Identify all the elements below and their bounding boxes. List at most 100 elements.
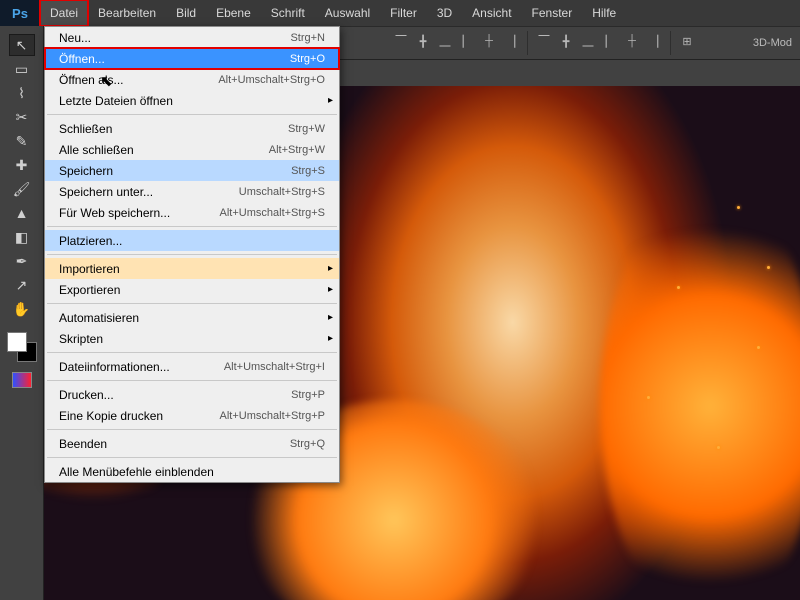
menu-item-shortcut: Alt+Umschalt+Strg+P (220, 410, 325, 422)
eyedropper-tool[interactable]: ✎ (9, 130, 35, 152)
menu-item-label: Alle schließen (59, 143, 134, 157)
menu-item-importieren[interactable]: Importieren (45, 258, 339, 279)
menu-item-shortcut: Umschalt+Strg+S (239, 186, 325, 198)
menu-separator (47, 352, 337, 353)
menu-separator (47, 429, 337, 430)
menu-item-label: Öffnen als... (59, 73, 123, 87)
auto-align-icon[interactable]: ⊞ (677, 31, 697, 51)
menu-item-dateiinformationen[interactable]: Dateiinformationen... Alt+Umschalt+Strg+I (45, 356, 339, 377)
hand-tool[interactable]: ✋ (9, 298, 35, 320)
file-menu-dropdown: Neu... Strg+N Öffnen... Strg+O Öffnen als...… (44, 26, 340, 483)
menu-item-letzte-dateien-öffnen[interactable]: Letzte Dateien öffnen (45, 90, 339, 111)
color-swatch[interactable] (7, 332, 37, 362)
align-right-icon[interactable]: ▕ (501, 31, 521, 51)
lasso-tool[interactable]: ⌇ (9, 82, 35, 104)
menu-item-alle-schlie-en[interactable]: Alle schließen Alt+Strg+W (45, 139, 339, 160)
mode-label[interactable]: 3D-Mod (753, 37, 800, 49)
menu-item-label: Exportieren (59, 283, 120, 297)
menu-item-speichern-unter[interactable]: Speichern unter... Umschalt+Strg+S (45, 181, 339, 202)
align-hcenter-icon[interactable]: ┼ (479, 31, 499, 51)
menu-ansicht[interactable]: Ansicht (462, 0, 521, 26)
foreground-color[interactable] (7, 332, 27, 352)
menu-separator (47, 303, 337, 304)
menu-item-label: Letzte Dateien öffnen (59, 94, 173, 108)
menu-separator (47, 254, 337, 255)
menu-item-label: Neu... (59, 31, 91, 45)
menu-bearbeiten[interactable]: Bearbeiten (88, 0, 166, 26)
menu-item-automatisieren[interactable]: Automatisieren (45, 307, 339, 328)
menu-item-label: Speichern unter... (59, 185, 153, 199)
distribute-hcenter-icon[interactable]: ┼ (622, 31, 642, 51)
menu-filter[interactable]: Filter (380, 0, 427, 26)
brush-tool[interactable]: 🖌 (9, 178, 35, 200)
menu-item-platzieren[interactable]: Platzieren... (45, 230, 339, 251)
menu-datei[interactable]: Datei (40, 0, 88, 26)
distribute-right-icon[interactable]: ▕ (644, 31, 664, 51)
distribute-left-icon[interactable]: ▏ (600, 31, 620, 51)
menu-fenster[interactable]: Fenster (522, 0, 583, 26)
path-tool[interactable]: ↗ (9, 274, 35, 296)
menu-item-speichern[interactable]: Speichern Strg+S (45, 160, 339, 181)
menu-separator (47, 380, 337, 381)
crop-tool[interactable]: ✂ (9, 106, 35, 128)
menu-item-für-web-speichern[interactable]: Für Web speichern...Alt+Umschalt+Strg+S (45, 202, 339, 223)
menu-item-shortcut: Strg+P (291, 389, 325, 401)
align-top-icon[interactable]: ⎺ (391, 31, 411, 51)
menu-3d[interactable]: 3D (427, 0, 462, 26)
menu-item-skripten[interactable]: Skripten (45, 328, 339, 349)
menu-item-shortcut: Strg+N (290, 32, 325, 44)
menu-item-label: Platzieren... (59, 234, 122, 248)
menu-item-label: Dateiinformationen... (59, 360, 170, 374)
menu-item-öffnen-als[interactable]: Öffnen als...Alt+Umschalt+Strg+O (45, 69, 339, 90)
align-bottom-icon[interactable]: ⎽ (435, 31, 455, 51)
quick-mask-icon[interactable] (12, 372, 32, 388)
menu-item-label: Öffnen... (59, 52, 105, 66)
menu-item-beenden[interactable]: Beenden Strg+Q (45, 433, 339, 454)
distribute-top-icon[interactable]: ⎺ (534, 31, 554, 51)
align-left-icon[interactable]: ▏ (457, 31, 477, 51)
eraser-tool[interactable]: ◧ (9, 226, 35, 248)
menu-bar: DateiBearbeitenBildEbeneSchriftAuswahlFi… (40, 0, 626, 26)
menu-item-label: Automatisieren (59, 311, 139, 325)
menu-item-shortcut: Strg+S (291, 165, 325, 177)
menu-item-exportieren[interactable]: Exportieren (45, 279, 339, 300)
menu-item-shortcut: Strg+O (290, 53, 325, 65)
menu-item-label: Drucken... (59, 388, 114, 402)
distribute-bottom-icon[interactable]: ⎽ (578, 31, 598, 51)
menu-item-label: Beenden (59, 437, 107, 451)
menu-item-label: Alle Menübefehle einblenden (59, 465, 214, 479)
align-vcenter-icon[interactable]: ╋ (413, 31, 433, 51)
stamp-tool[interactable]: ▲ (9, 202, 35, 224)
tool-panel: ↖▭⌇✂✎✚🖌▲◧✒↗✋ (0, 26, 44, 600)
menu-item-öffnen[interactable]: Öffnen... Strg+O (45, 48, 339, 69)
divider (527, 31, 528, 55)
healing-tool[interactable]: ✚ (9, 154, 35, 176)
menu-ebene[interactable]: Ebene (206, 0, 261, 26)
menu-separator (47, 226, 337, 227)
move-tool[interactable]: ↖ (9, 34, 35, 56)
menu-item-shortcut: Alt+Strg+W (269, 144, 325, 156)
pen-tool[interactable]: ✒ (9, 250, 35, 272)
menu-item-label: Skripten (59, 332, 103, 346)
alignment-group: ⎺ ╋ ⎽ ▏ ┼ ▕ ⎺ ╋ ⎽ ▏ ┼ ▕ ⊞ (391, 31, 697, 55)
menu-separator (47, 114, 337, 115)
menu-hilfe[interactable]: Hilfe (582, 0, 626, 26)
menu-item-label: Speichern (59, 164, 113, 178)
menu-item-eine-kopie-drucken[interactable]: Eine Kopie drucken Alt+Umschalt+Strg+P (45, 405, 339, 426)
menu-item-schlie-en[interactable]: SchließenStrg+W (45, 118, 339, 139)
menu-bild[interactable]: Bild (166, 0, 206, 26)
distribute-vcenter-icon[interactable]: ╋ (556, 31, 576, 51)
menu-item-drucken[interactable]: Drucken... Strg+P (45, 384, 339, 405)
menu-item-label: Importieren (59, 262, 120, 276)
menu-separator (47, 457, 337, 458)
menu-item-label: Eine Kopie drucken (59, 409, 163, 423)
menu-schrift[interactable]: Schrift (261, 0, 315, 26)
divider (670, 31, 671, 55)
menu-item-alle-menübefehle-einblenden[interactable]: Alle Menübefehle einblenden (45, 461, 339, 482)
marquee-tool[interactable]: ▭ (9, 58, 35, 80)
menu-item-shortcut: Strg+Q (290, 438, 325, 450)
menu-item-neu[interactable]: Neu... Strg+N (45, 27, 339, 48)
menu-item-label: Für Web speichern... (59, 206, 170, 220)
menu-auswahl[interactable]: Auswahl (315, 0, 380, 26)
menu-item-shortcut: Alt+Umschalt+Strg+I (224, 361, 325, 373)
